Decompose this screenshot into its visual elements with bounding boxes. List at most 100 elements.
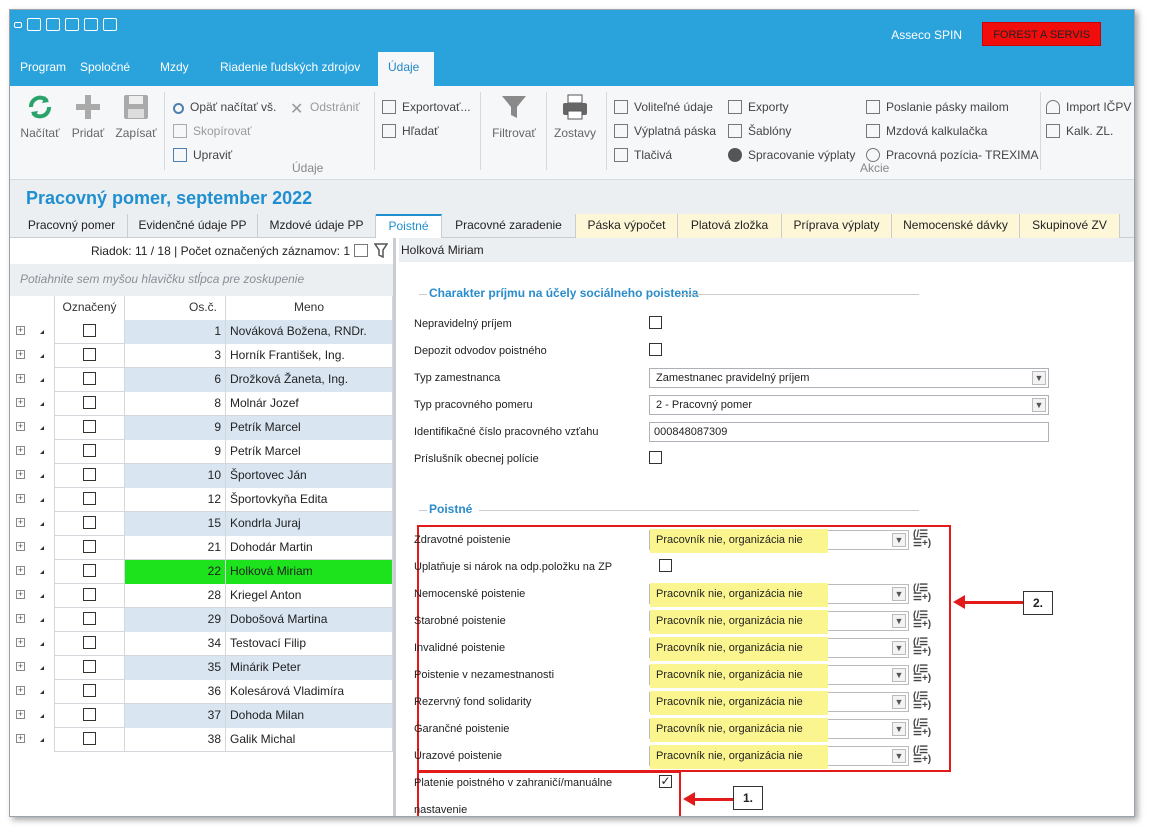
expand-icon[interactable]: + xyxy=(16,542,25,551)
copy-button[interactable]: Skopírovať xyxy=(173,124,252,138)
expand-icon[interactable]: + xyxy=(16,638,25,647)
expand-icon[interactable]: + xyxy=(16,446,25,455)
row-checkbox[interactable] xyxy=(83,708,96,721)
urazove-select[interactable]: Pracovník nie, organizácia nie ▼ xyxy=(649,745,909,769)
tab-skupinove-zv[interactable]: Skupinové ZV xyxy=(1020,214,1120,238)
policia-checkbox[interactable] xyxy=(649,451,662,464)
table-row[interactable]: +10 Športovec Ján xyxy=(10,464,393,488)
zahranicie-checkbox[interactable]: ✓ xyxy=(659,775,672,788)
menu-spolocne[interactable]: Spoločné xyxy=(70,52,140,86)
table-row[interactable]: +1 Nováková Božena, RNDr. xyxy=(10,320,393,344)
column-os-c[interactable]: Os.č. xyxy=(125,296,226,320)
garancne-select[interactable]: Pracovník nie, organizácia nie ▼ xyxy=(649,718,909,742)
expand-icon[interactable]: + xyxy=(16,614,25,623)
funnel-icon[interactable] xyxy=(374,243,388,258)
expand-icon[interactable]: + xyxy=(16,422,25,431)
table-row[interactable]: +3 Horník František, Ing. xyxy=(10,344,393,368)
zdravotne-select[interactable]: Pracovník nie, organizácia nie ▼ xyxy=(649,529,909,553)
mail-icon[interactable] xyxy=(65,18,79,31)
minimize-icon[interactable] xyxy=(14,22,22,28)
nepravidelny-checkbox[interactable] xyxy=(649,316,662,329)
reload-all-button[interactable]: Opäť načítať vš. xyxy=(173,100,276,114)
table-row[interactable]: +9 Petrík Marcel xyxy=(10,416,393,440)
row-checkbox[interactable] xyxy=(83,372,96,385)
calculator-button[interactable]: Mzdová kalkulačka xyxy=(866,124,987,138)
expand-icon[interactable]: + xyxy=(16,398,25,407)
tab-mzdove-udaje[interactable]: Mzdové údaje PP xyxy=(258,214,376,238)
uplatnuje-checkbox[interactable] xyxy=(659,559,672,572)
group-by-hint[interactable]: Potiahnite sem myšou hlavičku stĺpca pre… xyxy=(10,264,393,296)
excel-icon[interactable] xyxy=(27,18,41,31)
save-button[interactable]: Zapísať xyxy=(112,92,160,140)
tab-pracovne-zaradenie[interactable]: Pracovné zaradenie xyxy=(442,214,576,238)
expand-icon[interactable]: + xyxy=(16,494,25,503)
depozit-checkbox[interactable] xyxy=(649,343,662,356)
table-row[interactable]: +29 Dobošová Martina xyxy=(10,608,393,632)
expand-icon[interactable]: + xyxy=(16,470,25,479)
formula-icon[interactable]: (/☰ ☰+) xyxy=(913,584,931,603)
table-row[interactable]: +6 Drožková Žaneta, Ing. xyxy=(10,368,393,392)
starobne-select[interactable]: Pracovník nie, organizácia nie ▼ xyxy=(649,610,909,634)
expand-icon[interactable]: + xyxy=(16,662,25,671)
payroll-processing-button[interactable]: Spracovanie výplaty xyxy=(728,148,855,162)
import-button[interactable]: Import IČPV xyxy=(1046,100,1131,114)
print-forms-button[interactable]: Tlačivá xyxy=(614,148,672,162)
row-checkbox[interactable] xyxy=(83,516,96,529)
table-row[interactable]: +9 Petrík Marcel xyxy=(10,440,393,464)
rezervny-fond-select[interactable]: Pracovník nie, organizácia nie ▼ xyxy=(649,691,909,715)
formula-icon[interactable]: (/☰ ☰+) xyxy=(913,611,931,630)
optional-data-button[interactable]: Voliteľné údaje xyxy=(614,100,713,114)
add-button[interactable]: Pridať xyxy=(68,92,108,140)
search-button[interactable]: Hľadať xyxy=(382,124,439,138)
payslip-button[interactable]: Výplatná páska xyxy=(614,124,716,138)
row-checkbox[interactable] xyxy=(83,612,96,625)
expand-icon[interactable]: + xyxy=(16,566,25,575)
table-row[interactable]: +8 Molnár Jozef xyxy=(10,392,393,416)
tab-pracovny-pomer[interactable]: Pracovný pomer xyxy=(16,214,128,238)
table-row[interactable]: +37 Dohoda Milan xyxy=(10,704,393,728)
tab-poistne[interactable]: Poistné xyxy=(376,214,442,238)
menu-mzdy[interactable]: Mzdy xyxy=(150,52,199,86)
export-button[interactable]: Exportovať... xyxy=(382,100,471,114)
typ-zamestnanca-select[interactable]: Zamestnanec pravidelný príjem ▼ xyxy=(649,368,1049,388)
invalidne-select[interactable]: Pracovník nie, organizácia nie ▼ xyxy=(649,637,909,661)
icpv-input[interactable]: 000848087309 xyxy=(649,422,1049,442)
row-checkbox[interactable] xyxy=(83,636,96,649)
table-row[interactable]: +21 Dohodár Martin xyxy=(10,536,393,560)
row-checkbox[interactable] xyxy=(83,684,96,697)
row-checkbox[interactable] xyxy=(83,444,96,457)
row-checkbox[interactable] xyxy=(83,420,96,433)
expand-icon[interactable]: + xyxy=(16,374,25,383)
formula-icon[interactable]: (/☰ ☰+) xyxy=(913,530,931,549)
table-row[interactable]: +36 Kolesárová Vladimíra xyxy=(10,680,393,704)
row-checkbox[interactable] xyxy=(83,324,96,337)
exports-button[interactable]: Exporty xyxy=(728,100,789,114)
delete-button[interactable]: ✕ Odstrániť xyxy=(290,100,360,118)
expand-icon[interactable]: + xyxy=(16,326,25,335)
menu-program[interactable]: Program xyxy=(10,52,76,86)
table-row[interactable]: +38 Galik Michal xyxy=(10,728,393,752)
print-icon[interactable] xyxy=(84,18,98,31)
nezamestnanost-select[interactable]: Pracovník nie, organizácia nie ▼ xyxy=(649,664,909,688)
expand-icon[interactable]: + xyxy=(16,518,25,527)
tab-paska-vypocet[interactable]: Páska výpočet xyxy=(576,214,678,238)
table-row[interactable]: +28 Kriegel Anton xyxy=(10,584,393,608)
formula-icon[interactable]: (/☰ ☰+) xyxy=(913,719,931,738)
tab-priprava-vyplaty[interactable]: Príprava výplaty xyxy=(782,214,892,238)
reports-button[interactable]: Zostavy xyxy=(550,92,600,140)
menu-udaje[interactable]: Údaje xyxy=(378,52,434,88)
expand-icon[interactable]: + xyxy=(16,734,25,743)
menu-riadenie[interactable]: Riadenie ľudských zdrojov xyxy=(210,52,370,86)
send-payslip-button[interactable]: Poslanie pásky mailom xyxy=(866,100,1009,114)
table-row[interactable]: +22 Holková Miriam xyxy=(10,560,393,584)
row-checkbox[interactable] xyxy=(83,564,96,577)
table-row[interactable]: +15 Kondrla Juraj xyxy=(10,512,393,536)
word-icon[interactable] xyxy=(46,18,60,31)
table-row[interactable]: +12 Športovkyňa Edita xyxy=(10,488,393,512)
formula-icon[interactable]: (/☰ ☰+) xyxy=(913,665,931,684)
table-row[interactable]: +34 Testovací Filip xyxy=(10,632,393,656)
column-meno[interactable]: Meno xyxy=(226,296,393,320)
nemocenske-select[interactable]: Pracovník nie, organizácia nie ▼ xyxy=(649,583,909,607)
load-button[interactable]: Načítať xyxy=(18,92,62,140)
company-badge[interactable]: FOREST A SERVIS xyxy=(982,22,1101,46)
